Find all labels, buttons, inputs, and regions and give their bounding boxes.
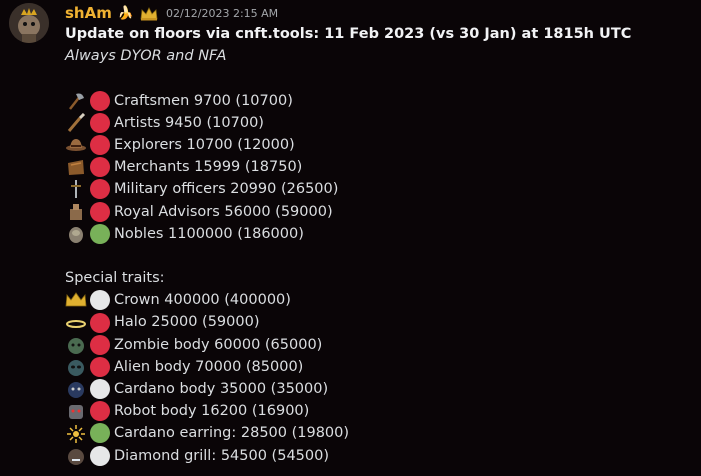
class-floor-row: Artists 9450 (10700) <box>65 112 695 134</box>
message-title: Update on floors via cnft.tools: 11 Feb … <box>65 26 632 42</box>
white-circle-icon <box>90 290 110 311</box>
red-circle-icon <box>90 356 110 377</box>
message-content: Update on floors via cnft.tools: 11 Feb … <box>65 23 695 467</box>
message-subtitle: Always DYOR and NFA <box>65 48 227 65</box>
class-floor-text: Craftsmen 9700 (10700) <box>114 92 293 109</box>
class-floor-list: Craftsmen 9700 (10700) Artists 9450 (1070… <box>65 90 695 245</box>
class-floor-row: Royal Advisors 56000 (59000) <box>65 201 695 223</box>
brush-icon <box>65 112 87 133</box>
robot-icon <box>65 401 87 421</box>
special-trait-row: Diamond grill: 54500 (54500) <box>65 445 695 467</box>
cardano-body-icon <box>65 379 87 399</box>
special-trait-row: Alien body 70000 (85000) <box>65 356 695 378</box>
user-avatar[interactable] <box>9 3 49 43</box>
crown-icon <box>65 290 87 310</box>
red-circle-icon <box>90 334 110 355</box>
alien-icon <box>65 357 87 377</box>
special-trait-row: Cardano earring: 28500 (19800) <box>65 422 695 444</box>
red-circle-icon <box>90 179 110 200</box>
class-floor-row: Explorers 10700 (12000) <box>65 134 695 156</box>
chat-message: shAm 🍌 02/12/2023 2:15 AM Update on floo… <box>0 0 701 476</box>
merchant-bag-icon <box>65 157 87 177</box>
class-floor-text: Nobles 1100000 (186000) <box>114 225 304 242</box>
special-trait-text: Diamond grill: 54500 (54500) <box>114 447 330 464</box>
message-timestamp[interactable]: 02/12/2023 2:15 AM <box>166 7 278 20</box>
class-floor-text: Royal Advisors 56000 (59000) <box>114 203 333 220</box>
explorer-hat-icon <box>65 135 87 155</box>
diamond-grill-icon <box>65 446 87 466</box>
special-trait-text: Halo 25000 (59000) <box>114 314 260 331</box>
red-circle-icon <box>90 157 110 178</box>
class-floor-text: Military officers 20990 (26500) <box>114 181 339 198</box>
special-trait-row: Robot body 16200 (16900) <box>65 400 695 422</box>
red-circle-icon <box>90 312 110 333</box>
red-circle-icon <box>90 135 110 156</box>
axe-icon <box>65 91 87 111</box>
white-circle-icon <box>90 379 110 400</box>
class-floor-row: Merchants 15999 (18750) <box>65 156 695 178</box>
class-floor-text: Explorers 10700 (12000) <box>114 136 295 153</box>
class-floor-text: Merchants 15999 (18750) <box>114 159 303 176</box>
zombie-icon <box>65 335 87 355</box>
special-trait-row: Crown 400000 (400000) <box>65 289 695 311</box>
sword-icon <box>65 179 87 199</box>
username[interactable]: shAm <box>65 4 112 22</box>
class-floor-row: Military officers 20990 (26500) <box>65 178 695 200</box>
red-circle-icon <box>90 201 110 222</box>
special-trait-text: Alien body 70000 (85000) <box>114 358 304 375</box>
green-circle-icon <box>90 423 110 444</box>
red-circle-icon <box>90 90 110 111</box>
special-trait-text: Cardano earring: 28500 (19800) <box>114 425 350 442</box>
class-floor-text: Artists 9450 (10700) <box>114 114 264 131</box>
class-floor-row: Nobles 1100000 (186000) <box>65 223 695 245</box>
special-traits-heading: Special traits: <box>65 270 165 287</box>
special-trait-row: Cardano body 35000 (35000) <box>65 378 695 400</box>
green-circle-icon <box>90 223 110 244</box>
banana-icon: 🍌 <box>117 5 135 21</box>
cardano-earring-icon <box>65 423 87 444</box>
crown-role-icon[interactable] <box>140 6 158 21</box>
class-floor-row: Craftsmen 9700 (10700) <box>65 90 695 112</box>
halo-icon <box>65 313 87 333</box>
noble-icon <box>65 224 87 244</box>
special-trait-row: Zombie body 60000 (65000) <box>65 334 695 356</box>
white-circle-icon <box>90 445 110 466</box>
special-trait-list: Crown 400000 (400000) Halo 25000 (59000) Z… <box>65 289 695 467</box>
special-trait-text: Robot body 16200 (16900) <box>114 403 310 420</box>
red-circle-icon <box>90 401 110 422</box>
advisor-icon <box>65 202 87 222</box>
message-header: shAm 🍌 02/12/2023 2:15 AM <box>65 3 278 23</box>
special-trait-text: Crown 400000 (400000) <box>114 292 291 309</box>
red-circle-icon <box>90 112 110 133</box>
special-trait-row: Halo 25000 (59000) <box>65 311 695 333</box>
special-trait-text: Zombie body 60000 (65000) <box>114 336 323 353</box>
special-trait-text: Cardano body 35000 (35000) <box>114 381 329 397</box>
